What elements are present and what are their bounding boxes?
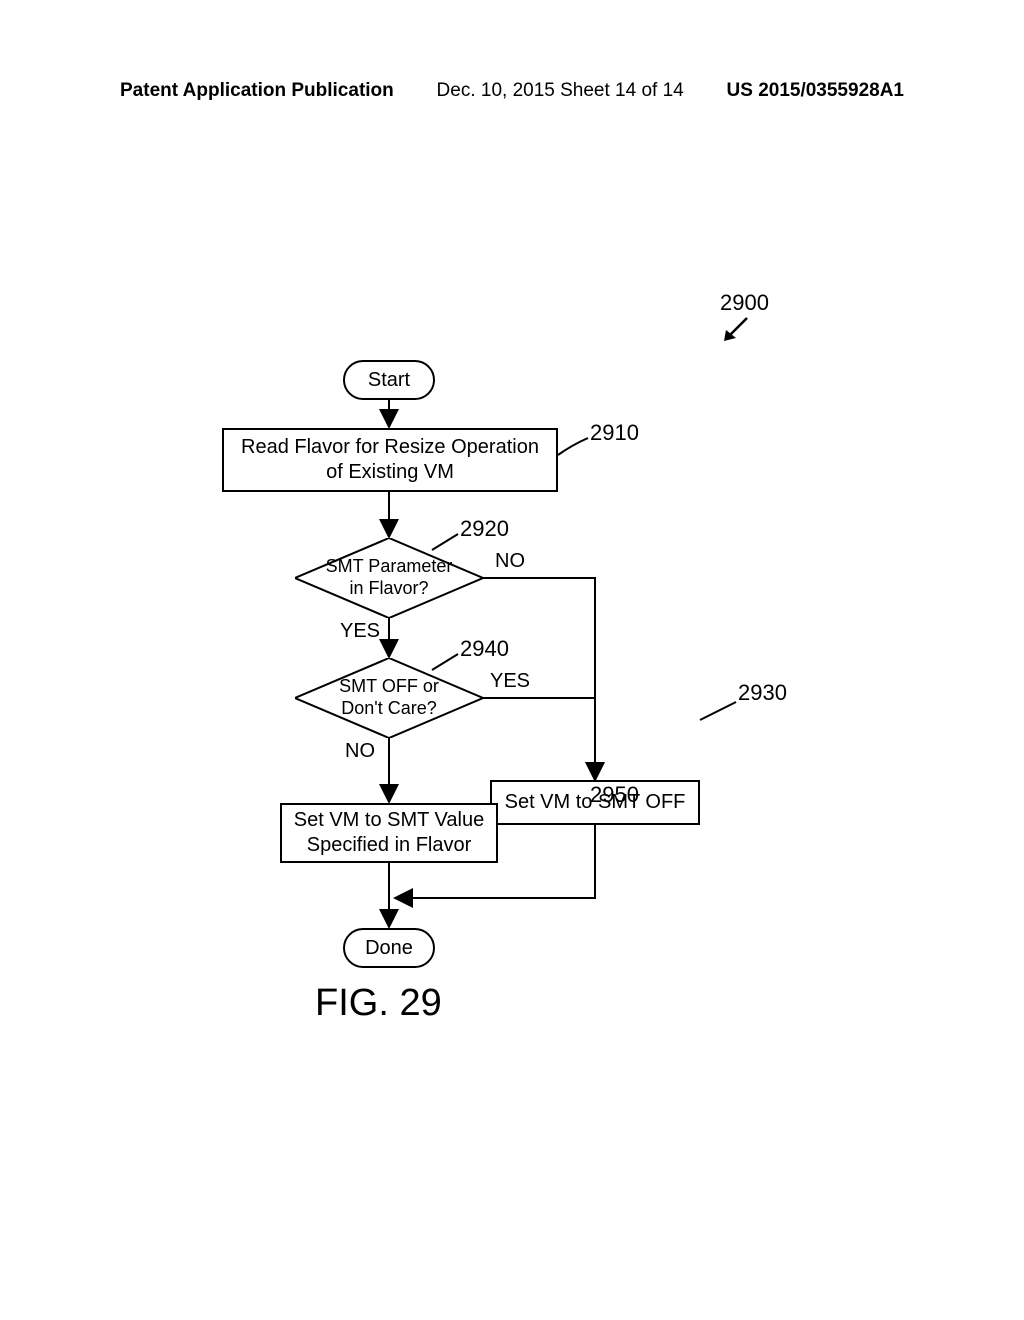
branch-yes-2940: YES	[490, 670, 530, 693]
ref-2930: 2930	[738, 680, 787, 706]
ref-2950: 2950	[590, 782, 639, 808]
process-set-value-text: Set VM to SMT Value Specified in Flavor	[292, 808, 486, 858]
branch-no-2920: NO	[495, 550, 525, 573]
figure-label: FIG. 29	[315, 982, 442, 1025]
header-left: Patent Application Publication	[120, 80, 394, 102]
process-read-flavor-text: Read Flavor for Resize Operation of Exis…	[234, 435, 546, 485]
header-center: Dec. 10, 2015 Sheet 14 of 14	[437, 80, 684, 102]
decision-smt-param: SMT Parameter in Flavor?	[295, 538, 483, 618]
branch-yes-2920: YES	[340, 620, 380, 643]
done-terminal: Done	[343, 928, 435, 968]
ref-2940: 2940	[460, 636, 509, 662]
done-label: Done	[365, 937, 413, 960]
flowchart: 2900 Start	[140, 300, 890, 1100]
branch-no-2940: NO	[345, 740, 375, 763]
process-read-flavor: Read Flavor for Resize Operation of Exis…	[222, 428, 558, 492]
ref-2920: 2920	[460, 516, 509, 542]
decision-smt-param-text: SMT Parameter in Flavor?	[295, 556, 483, 599]
page-header: Patent Application Publication Dec. 10, …	[120, 80, 904, 102]
decision-smt-off-text: SMT OFF or Don't Care?	[295, 676, 483, 719]
ref-2910: 2910	[590, 420, 639, 446]
process-set-value: Set VM to SMT Value Specified in Flavor	[280, 803, 498, 863]
decision-smt-off: SMT OFF or Don't Care?	[295, 658, 483, 738]
header-right: US 2015/0355928A1	[727, 80, 904, 102]
